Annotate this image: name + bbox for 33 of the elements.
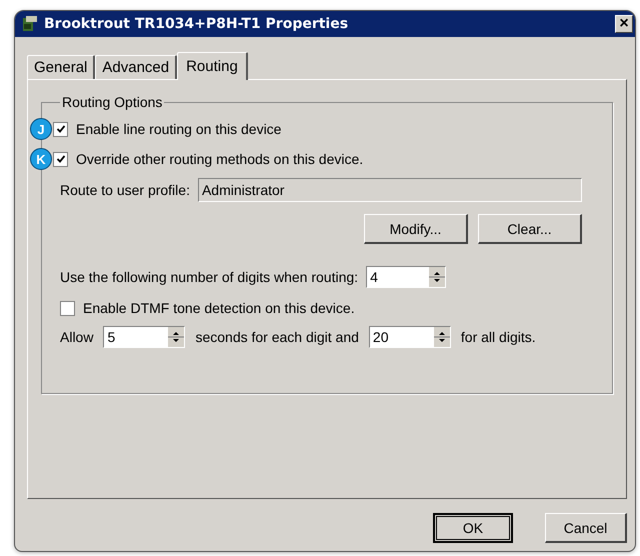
- field-label: Route to user profile:: [60, 182, 190, 198]
- field-label: seconds for each digit and: [195, 329, 359, 345]
- field-label: Use the following number of digits when routing:: [60, 269, 358, 285]
- dialog-button[interactable]: Clear...: [478, 214, 582, 244]
- check-icon: [56, 124, 66, 134]
- tab[interactable]: Routing: [177, 52, 248, 80]
- spin-field[interactable]: 5: [103, 326, 186, 348]
- dialog-button[interactable]: Modify...: [364, 214, 468, 244]
- checkbox[interactable]: [53, 122, 68, 136]
- tab[interactable]: Advanced: [95, 55, 178, 79]
- dialog-button[interactable]: OK: [433, 513, 513, 543]
- callout-marker: K: [30, 148, 52, 170]
- field-label: for all digits.: [460, 329, 536, 345]
- group-title: Routing Options: [61, 94, 164, 110]
- app-icon: [21, 15, 39, 33]
- window-title: Brooktrout TR1034+P8H-T1 Properties: [44, 16, 350, 32]
- spin-arrows-icon[interactable]: [429, 267, 446, 287]
- checkbox-label: Override other routing methods on this device.: [76, 151, 364, 167]
- spin-field[interactable]: 4: [366, 266, 446, 288]
- field-label: Allow: [60, 329, 94, 345]
- checkbox[interactable]: [60, 300, 75, 316]
- spin-arrows-icon[interactable]: [168, 327, 184, 347]
- checkbox[interactable]: [53, 152, 68, 166]
- check-icon: [56, 154, 66, 164]
- checkbox-label: Enable DTMF tone detection on this device.: [83, 300, 355, 316]
- dialog-button[interactable]: Cancel: [545, 513, 627, 543]
- spin-arrows-icon[interactable]: [434, 327, 450, 347]
- spin-field[interactable]: 20: [368, 326, 451, 348]
- close-button[interactable]: ×: [615, 15, 633, 33]
- checkbox-label: Enable line routing on this device: [76, 121, 282, 137]
- callout-marker: J: [30, 118, 52, 140]
- tab[interactable]: General: [27, 55, 96, 79]
- profile-field[interactable]: Administrator: [198, 178, 582, 202]
